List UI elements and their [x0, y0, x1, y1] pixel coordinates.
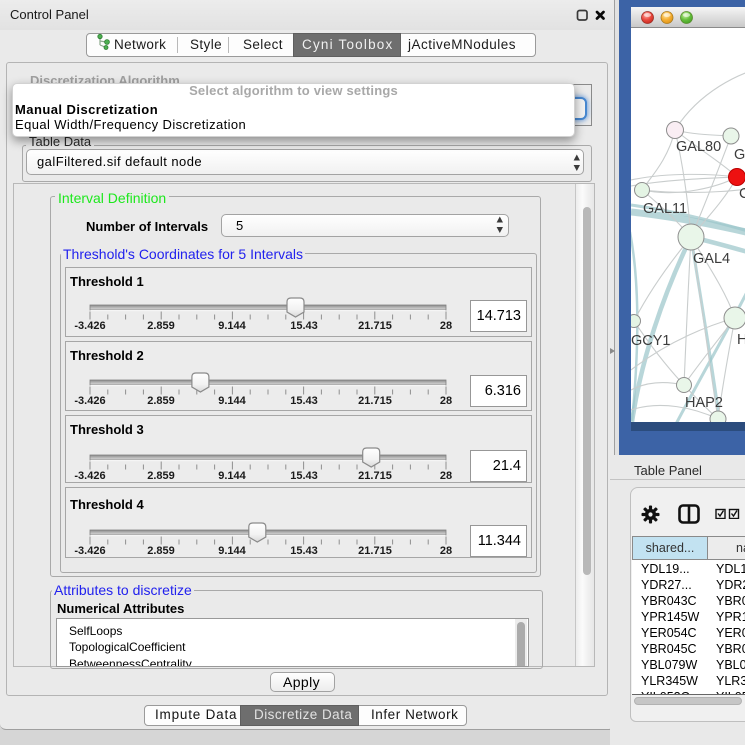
svg-text:GAL11: GAL11	[643, 201, 687, 217]
svg-text:HAP2: HAP2	[685, 395, 723, 411]
svg-text:GAL4: GAL4	[693, 251, 730, 267]
svg-text:C: C	[739, 186, 745, 202]
svg-text:GCY1: GCY1	[631, 333, 671, 349]
svg-text:GAL80: GAL80	[676, 139, 721, 155]
svg-text:GA: GA	[734, 147, 745, 163]
svg-text:HA: HA	[737, 332, 745, 348]
